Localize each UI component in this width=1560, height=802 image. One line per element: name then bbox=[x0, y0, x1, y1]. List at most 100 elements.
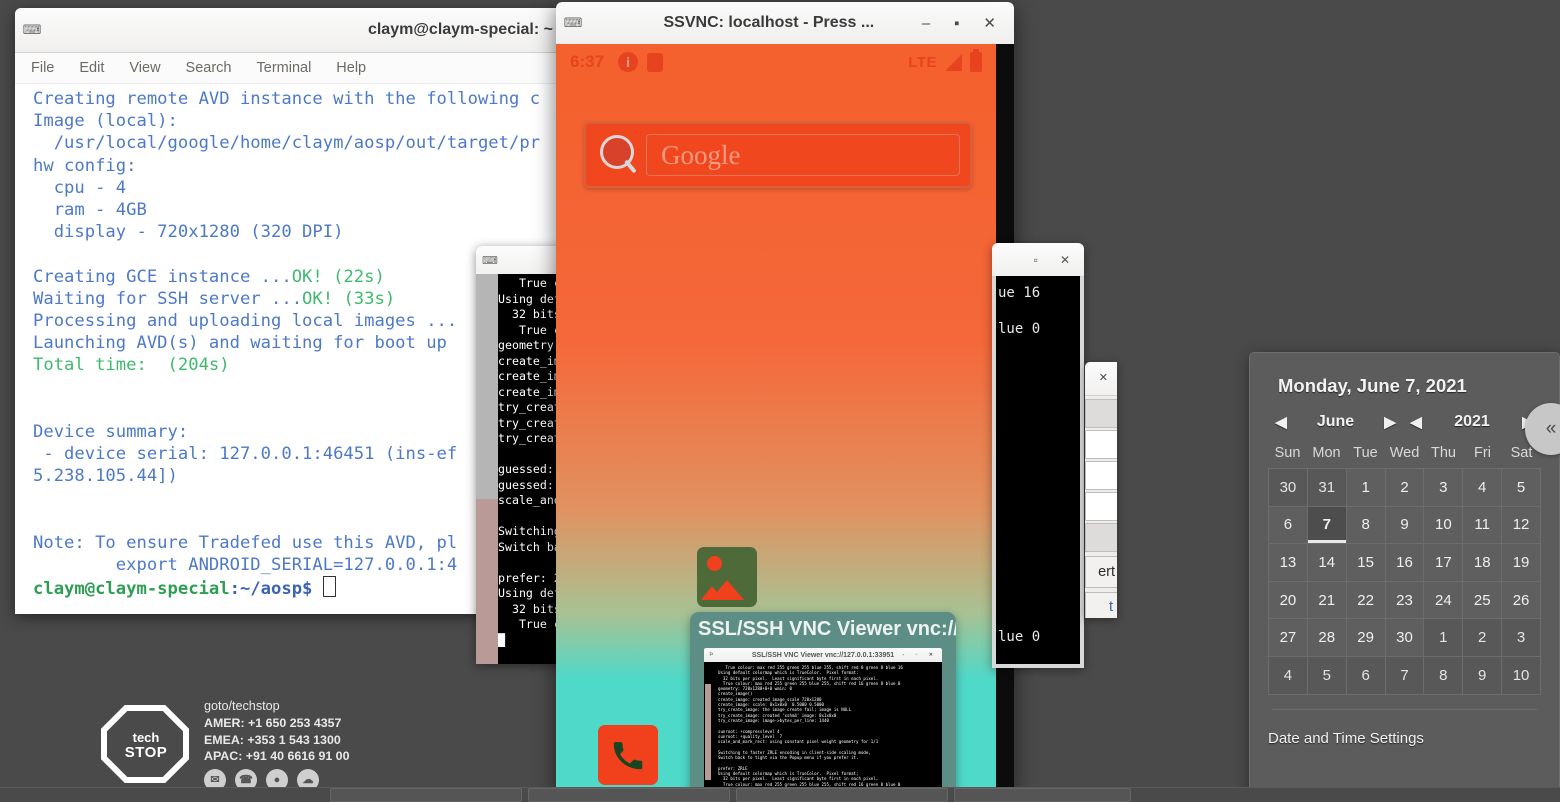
phone-icon[interactable] bbox=[598, 725, 658, 785]
value-log-titlebar[interactable]: ▫ ✕ bbox=[992, 243, 1084, 277]
calendar-day[interactable]: 30 bbox=[1269, 469, 1308, 507]
dialog-field-row[interactable] bbox=[1085, 523, 1117, 552]
nested-vnc-content[interactable]: ⚐ SSL/SSH VNC Viewer vnc://127.0.0.1:339… bbox=[704, 648, 942, 792]
calendar-day[interactable]: 29 bbox=[1347, 619, 1386, 657]
calendar-day[interactable]: 10 bbox=[1502, 657, 1541, 695]
menu-file[interactable]: File bbox=[31, 60, 54, 76]
taskbar-item[interactable] bbox=[528, 788, 730, 802]
nested-inner-titlebar[interactable]: ⚐ SSL/SSH VNC Viewer vnc://127.0.0.1:339… bbox=[704, 648, 942, 662]
gallery-icon[interactable] bbox=[697, 547, 757, 607]
calendar-day[interactable]: 21 bbox=[1308, 582, 1347, 620]
value-log-window[interactable]: ▫ ✕ ue 16 lue 0lue 0 bbox=[992, 243, 1084, 668]
dialog-field-row[interactable] bbox=[1085, 399, 1117, 428]
scrollbar-thumb[interactable] bbox=[705, 684, 711, 780]
android-screen[interactable]: 6:37 i LTE Google SSL/SS bbox=[556, 44, 996, 792]
nested-window-buttons[interactable]: - ▫ ✕ bbox=[903, 652, 938, 658]
vnc-log-scrollbar[interactable] bbox=[476, 274, 498, 664]
calendar-day[interactable]: 3 bbox=[1502, 619, 1541, 657]
calendar-day[interactable]: 8 bbox=[1347, 507, 1386, 545]
calendar-day[interactable]: 1 bbox=[1424, 619, 1463, 657]
maximize-icon[interactable]: ▪ bbox=[954, 16, 959, 31]
dialog-field-row[interactable] bbox=[1085, 492, 1117, 521]
dialog-field-row[interactable] bbox=[1085, 461, 1117, 490]
calendar-day[interactable]: 20 bbox=[1269, 582, 1308, 620]
calendar-day[interactable]: 17 bbox=[1424, 544, 1463, 582]
calendar-day[interactable]: 5 bbox=[1308, 657, 1347, 695]
calendar-day[interactable]: 19 bbox=[1502, 544, 1541, 582]
menu-search[interactable]: Search bbox=[186, 60, 232, 76]
calendar-day[interactable]: 6 bbox=[1269, 507, 1308, 545]
calendar-day[interactable]: 8 bbox=[1424, 657, 1463, 695]
close-icon[interactable]: ✕ bbox=[1060, 254, 1070, 266]
close-icon[interactable]: ✕ bbox=[983, 16, 996, 31]
calendar-day[interactable]: 12 bbox=[1502, 507, 1541, 545]
ssvnc-window[interactable]: ⌨ SSVNC: localhost - Press ... – ▪ ✕ 6:3… bbox=[556, 2, 1014, 800]
calendar-day[interactable]: 31 bbox=[1308, 469, 1347, 507]
calendar-day[interactable]: 18 bbox=[1463, 544, 1502, 582]
terminal-titlebar[interactable]: ⌨ claym@claym-special: ~ bbox=[15, 8, 561, 53]
calendar-day[interactable]: 30 bbox=[1386, 619, 1425, 657]
calendar-day[interactable]: 2 bbox=[1463, 619, 1502, 657]
insert-button[interactable]: ert bbox=[1085, 556, 1117, 588]
calendar-day[interactable]: 9 bbox=[1463, 657, 1502, 695]
calendar-day[interactable]: 13 bbox=[1269, 544, 1308, 582]
calendar-day[interactable]: 4 bbox=[1463, 469, 1502, 507]
window-menu-icon[interactable]: ⌨ bbox=[15, 22, 49, 38]
taskbar-item[interactable] bbox=[330, 788, 522, 802]
calendar-day[interactable]: 5 bbox=[1502, 469, 1541, 507]
terminal-menubar[interactable]: File Edit View Search Terminal Help bbox=[15, 53, 561, 84]
menu-terminal[interactable]: Terminal bbox=[257, 60, 312, 76]
calendar-navigation[interactable]: ◀ June ▶ ◀ 2021 ▶ bbox=[1268, 413, 1541, 431]
ssvnc-titlebar[interactable]: ⌨ SSVNC: localhost - Press ... – ▪ ✕ bbox=[556, 2, 1014, 45]
scrollbar-thumb[interactable] bbox=[476, 274, 498, 499]
calendar-day[interactable]: 28 bbox=[1308, 619, 1347, 657]
nested-vnc-viewer-window[interactable]: SSL/SSH VNC Viewer vnc://127... ⚐ SSL/SS… bbox=[690, 612, 956, 792]
calendar-day[interactable]: 6 bbox=[1347, 657, 1386, 695]
settings-dialog-titlebar[interactable]: ✕ bbox=[1085, 362, 1117, 396]
menu-view[interactable]: View bbox=[129, 60, 160, 76]
maximize-icon[interactable]: ▫ bbox=[1034, 254, 1038, 266]
calendar-day[interactable]: 15 bbox=[1347, 544, 1386, 582]
term-line: Launching AVD(s) and waiting for boot up bbox=[33, 333, 447, 353]
calendar-day[interactable]: 7 bbox=[1386, 657, 1425, 695]
calendar-day[interactable]: 27 bbox=[1269, 619, 1308, 657]
calendar-day[interactable]: 9 bbox=[1386, 507, 1425, 545]
close-icon[interactable]: ✕ bbox=[1099, 373, 1108, 384]
taskbar[interactable] bbox=[0, 787, 1560, 802]
window-menu-icon[interactable]: ⚐ bbox=[709, 652, 713, 658]
taskbar-item[interactable] bbox=[954, 788, 1131, 802]
calendar-day[interactable]: 23 bbox=[1386, 582, 1425, 620]
date-time-settings-link[interactable]: Date and Time Settings bbox=[1268, 730, 1541, 747]
calendar-grid[interactable]: 3031123456789101112131415161718192021222… bbox=[1268, 468, 1541, 695]
dialog-field-row[interactable] bbox=[1085, 430, 1117, 459]
calendar-day[interactable]: 3 bbox=[1424, 469, 1463, 507]
calendar-day[interactable]: 25 bbox=[1463, 582, 1502, 620]
calendar-day[interactable]: 2 bbox=[1386, 469, 1425, 507]
window-menu-icon[interactable]: ⌨ bbox=[556, 15, 590, 31]
prev-year-button[interactable]: ◀ bbox=[1403, 413, 1429, 431]
nested-scrollbar[interactable] bbox=[704, 662, 715, 792]
taskbar-item[interactable] bbox=[736, 788, 948, 802]
calendar-day-selected[interactable]: 7 bbox=[1308, 507, 1347, 545]
window-menu-icon[interactable]: ⌨ bbox=[476, 254, 504, 267]
calendar-day[interactable]: 26 bbox=[1502, 582, 1541, 620]
google-search-widget[interactable]: Google bbox=[584, 122, 972, 188]
scrollbar-track[interactable] bbox=[476, 499, 498, 664]
minimize-icon[interactable]: – bbox=[922, 16, 930, 31]
calendar-applet[interactable]: Monday, June 7, 2021 ◀ June ▶ ◀ 2021 ▶ S… bbox=[1249, 352, 1560, 802]
prev-month-button[interactable]: ◀ bbox=[1268, 413, 1294, 431]
calendar-day[interactable]: 22 bbox=[1347, 582, 1386, 620]
menu-help[interactable]: Help bbox=[336, 60, 366, 76]
calendar-day[interactable]: 16 bbox=[1386, 544, 1425, 582]
calendar-day[interactable]: 4 bbox=[1269, 657, 1308, 695]
menu-edit[interactable]: Edit bbox=[79, 60, 104, 76]
calendar-day[interactable]: 11 bbox=[1463, 507, 1502, 545]
next-month-button[interactable]: ▶ bbox=[1377, 413, 1403, 431]
settings-dialog-window[interactable]: ✕ ert t bbox=[1085, 362, 1117, 618]
calendar-day[interactable]: 24 bbox=[1424, 582, 1463, 620]
calendar-day[interactable]: 1 bbox=[1347, 469, 1386, 507]
search-input[interactable]: Google bbox=[646, 134, 960, 176]
dialog-link[interactable]: t bbox=[1085, 592, 1117, 618]
calendar-day[interactable]: 14 bbox=[1308, 544, 1347, 582]
calendar-day[interactable]: 10 bbox=[1424, 507, 1463, 545]
